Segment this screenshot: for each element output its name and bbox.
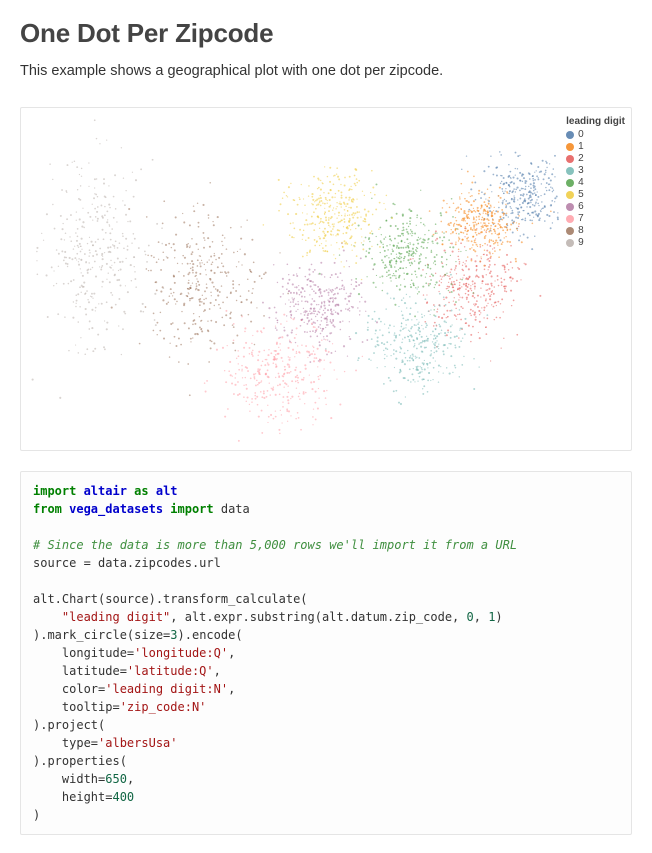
code-block: import altair as alt from vega_datasets … <box>33 482 619 824</box>
legend-label: 0 <box>578 129 584 141</box>
legend-item: 5 <box>566 189 625 201</box>
legend-swatch <box>566 131 574 139</box>
legend-swatch <box>566 239 574 247</box>
legend-swatch <box>566 167 574 175</box>
legend-label: 7 <box>578 213 584 225</box>
legend-items: 0123456789 <box>566 129 625 249</box>
legend-swatch <box>566 215 574 223</box>
legend-label: 6 <box>578 201 584 213</box>
legend-item: 2 <box>566 153 625 165</box>
legend-item: 1 <box>566 141 625 153</box>
legend-item: 9 <box>566 237 625 249</box>
legend-label: 9 <box>578 237 584 249</box>
zipcode-map-chart <box>27 114 560 446</box>
legend-item: 3 <box>566 165 625 177</box>
chart-panel: leading digit 0123456789 <box>20 107 632 451</box>
legend-swatch <box>566 155 574 163</box>
color-legend: leading digit 0123456789 <box>566 114 625 249</box>
legend-swatch <box>566 227 574 235</box>
legend-item: 0 <box>566 129 625 141</box>
page-description: This example shows a geographical plot w… <box>20 63 632 79</box>
legend-swatch <box>566 203 574 211</box>
legend-item: 6 <box>566 201 625 213</box>
legend-item: 7 <box>566 213 625 225</box>
legend-item: 4 <box>566 177 625 189</box>
legend-label: 4 <box>578 177 584 189</box>
legend-swatch <box>566 191 574 199</box>
legend-item: 8 <box>566 225 625 237</box>
legend-swatch <box>566 179 574 187</box>
legend-label: 1 <box>578 141 584 153</box>
legend-title: leading digit <box>566 116 625 127</box>
legend-label: 8 <box>578 225 584 237</box>
legend-label: 5 <box>578 189 584 201</box>
legend-label: 2 <box>578 153 584 165</box>
page-title: One Dot Per Zipcode <box>20 18 632 49</box>
code-panel: import altair as alt from vega_datasets … <box>20 471 632 835</box>
legend-swatch <box>566 143 574 151</box>
legend-label: 3 <box>578 165 584 177</box>
